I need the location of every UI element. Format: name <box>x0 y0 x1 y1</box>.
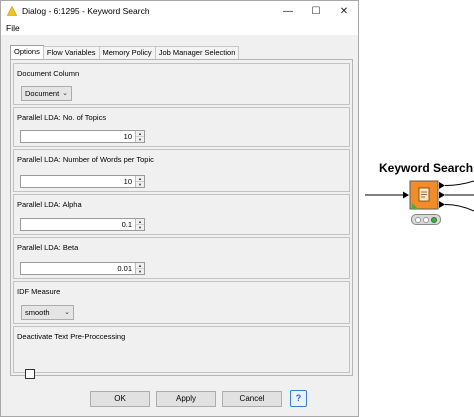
idf-measure-label: IDF Measure <box>17 287 61 296</box>
document-column-value: Document <box>25 89 60 98</box>
output-connection-line <box>444 204 474 212</box>
tab-memory-policy[interactable]: Memory Policy <box>98 46 156 59</box>
document-column-label: Document Column <box>17 69 80 78</box>
idf-measure-select[interactable]: smooth ⌄ <box>21 305 74 320</box>
help-button[interactable]: ? <box>290 390 307 407</box>
spinner-buttons: ▲ ▼ <box>135 131 144 142</box>
beta-value: 0.01 <box>117 264 132 273</box>
output-connection-line <box>444 180 474 186</box>
tab-flow-variables[interactable]: Flow Variables <box>42 46 100 59</box>
spinner-buttons: ▲ ▼ <box>135 263 144 274</box>
menu-file[interactable]: File <box>6 23 20 33</box>
output-port-2-icon[interactable] <box>439 191 445 199</box>
node-title: Keyword Search <box>379 161 474 175</box>
document-column-select[interactable]: Document ⌄ <box>21 86 72 101</box>
words-per-topic-spinner[interactable]: 10 ▲ ▼ <box>20 175 145 188</box>
status-dot-green <box>431 217 437 223</box>
options-panel: Document Column Document ⌄ Parallel LDA:… <box>10 59 353 379</box>
idf-measure-group: IDF Measure smooth ⌄ <box>13 281 350 324</box>
alpha-label: Parallel LDA: Alpha <box>17 200 82 209</box>
tab-bar: Options Flow Variables Memory Policy Job… <box>10 45 240 59</box>
beta-spinner[interactable]: 0.01 ▲ ▼ <box>20 262 145 275</box>
deactivate-preprocessing-checkbox[interactable] <box>25 369 35 379</box>
help-icon: ? <box>295 393 302 403</box>
idf-measure-value: smooth <box>25 308 50 317</box>
spin-down-icon[interactable]: ▼ <box>136 225 144 230</box>
close-button[interactable]: ✕ <box>330 1 358 21</box>
tab-job-manager-selection[interactable]: Job Manager Selection <box>154 46 240 59</box>
status-dot-red <box>415 217 421 223</box>
alpha-group: Parallel LDA: Alpha 0.1 ▲ ▼ <box>13 194 350 235</box>
input-port-icon[interactable] <box>403 191 409 199</box>
deactivate-preprocessing-label: Deactivate Text Pre-Proccessing <box>17 332 126 341</box>
num-topics-spinner[interactable]: 10 ▲ ▼ <box>20 130 145 143</box>
tab-options[interactable]: Options <box>10 45 44 59</box>
spinner-buttons: ▲ ▼ <box>135 219 144 230</box>
keyword-search-node[interactable] <box>365 175 474 215</box>
cancel-button[interactable]: Cancel <box>222 391 282 407</box>
menu-bar: File <box>1 21 358 35</box>
chevron-down-icon: ⌄ <box>62 90 68 97</box>
output-port-1-icon[interactable] <box>439 182 445 189</box>
spinner-buttons: ▲ ▼ <box>135 176 144 187</box>
spin-down-icon[interactable]: ▼ <box>136 269 144 274</box>
beta-label: Parallel LDA: Beta <box>17 243 79 252</box>
words-per-topic-group: Parallel LDA: Number of Words per Topic … <box>13 149 350 192</box>
maximize-button[interactable]: ☐ <box>302 1 330 21</box>
title-bar: Dialog - 6:1295 - Keyword Search — ☐ ✕ <box>1 1 358 21</box>
minimize-button[interactable]: — <box>274 1 302 21</box>
words-per-topic-value: 10 <box>123 177 132 186</box>
num-topics-label: Parallel LDA: No. of Topics <box>17 113 107 122</box>
beta-group: Parallel LDA: Beta 0.01 ▲ ▼ <box>13 237 350 279</box>
chevron-down-icon: ⌄ <box>64 309 70 316</box>
alpha-spinner[interactable]: 0.1 ▲ ▼ <box>20 218 145 231</box>
num-topics-value: 10 <box>123 132 132 141</box>
node-status-traffic-light <box>411 214 441 225</box>
spin-down-icon[interactable]: ▼ <box>136 182 144 187</box>
window-title: Dialog - 6:1295 - Keyword Search <box>22 6 150 16</box>
num-topics-group: Parallel LDA: No. of Topics 10 ▲ ▼ <box>13 107 350 147</box>
output-port-3-icon[interactable] <box>439 201 445 208</box>
apply-button[interactable]: Apply <box>156 391 216 407</box>
deactivate-preprocessing-group: Deactivate Text Pre-Proccessing <box>13 326 350 379</box>
ok-button[interactable]: OK <box>90 391 150 407</box>
alpha-value: 0.1 <box>121 220 132 229</box>
status-dot-yellow <box>423 217 429 223</box>
dialog-window: Dialog - 6:1295 - Keyword Search — ☐ ✕ F… <box>0 0 359 417</box>
words-per-topic-label: Parallel LDA: Number of Words per Topic <box>17 155 154 164</box>
document-icon <box>418 187 430 202</box>
spin-down-icon[interactable]: ▼ <box>136 137 144 142</box>
warning-icon <box>7 6 17 16</box>
document-column-group: Document Column Document ⌄ <box>13 63 350 105</box>
